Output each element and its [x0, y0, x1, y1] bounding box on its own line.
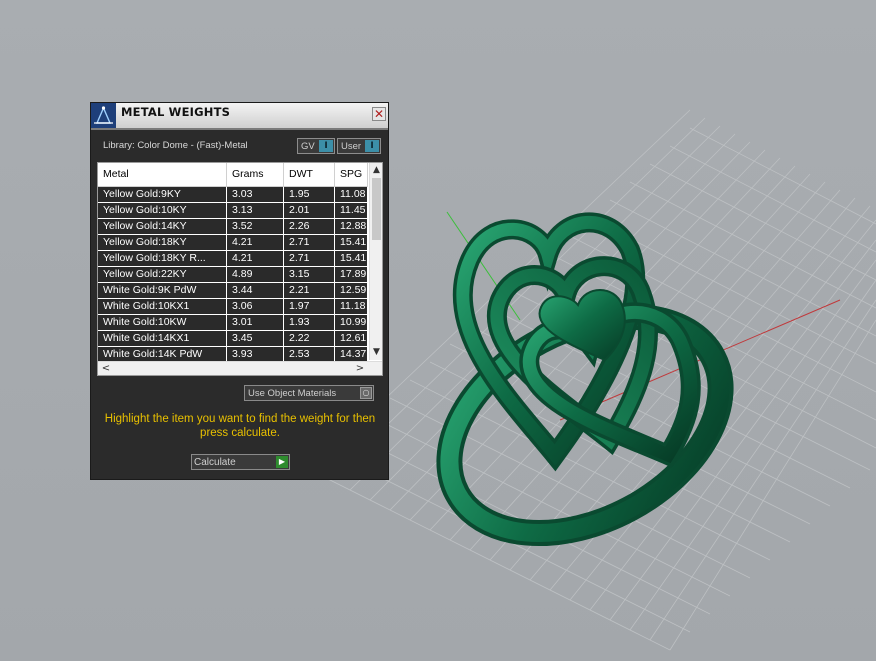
instructions-text: Highlight the item you want to find the … — [104, 413, 376, 439]
table-header: Metal Grams DWT SPG — [98, 163, 368, 187]
cell-metal: Yellow Gold:18KY R... — [98, 251, 227, 266]
cell-spg: 12.61 — [335, 331, 368, 346]
toggle-switch-icon: I — [319, 140, 333, 152]
cell-grams: 3.52 — [227, 219, 284, 234]
table-row[interactable]: White Gold:10KX1 3.06 1.97 11.18 — [98, 299, 368, 315]
gv-toggle[interactable]: GV I — [297, 138, 335, 154]
horizontal-scrollbar[interactable]: < > — [98, 361, 382, 375]
chevron-right-icon[interactable]: > — [354, 362, 366, 375]
scroll-thumb[interactable] — [372, 178, 381, 240]
cell-spg: 15.41 — [335, 251, 368, 266]
cell-spg: 15.41 — [335, 235, 368, 250]
cell-metal: White Gold:14KX1 — [98, 331, 227, 346]
scale-icon — [91, 103, 116, 128]
table-row[interactable]: Yellow Gold:14KY 3.52 2.26 12.88 — [98, 219, 368, 235]
cell-metal: Yellow Gold:22KY — [98, 267, 227, 282]
user-toggle-label: User — [341, 141, 362, 152]
cell-grams: 4.21 — [227, 251, 284, 266]
column-header-dwt[interactable]: DWT — [284, 163, 335, 186]
cell-grams: 3.93 — [227, 347, 284, 362]
table-row[interactable]: White Gold:14KX1 3.45 2.22 12.61 — [98, 331, 368, 347]
cell-metal: Yellow Gold:9KY — [98, 187, 227, 202]
chevron-down-icon[interactable]: ▼ — [370, 346, 382, 358]
calculate-label: Calculate — [194, 457, 236, 468]
cell-grams: 4.21 — [227, 235, 284, 250]
cell-dwt: 1.95 — [284, 187, 335, 202]
cell-dwt: 2.26 — [284, 219, 335, 234]
cell-dwt: 2.21 — [284, 283, 335, 298]
cell-spg: 14.37 — [335, 347, 368, 362]
cell-grams: 3.06 — [227, 299, 284, 314]
user-toggle[interactable]: User I — [337, 138, 381, 154]
cell-metal: Yellow Gold:10KY — [98, 203, 227, 218]
cell-grams: 3.03 — [227, 187, 284, 202]
cell-dwt: 2.22 — [284, 331, 335, 346]
cell-spg: 11.45 — [335, 203, 368, 218]
use-object-materials-label: Use Object Materials — [248, 388, 337, 399]
toggle-switch-icon: I — [365, 140, 379, 152]
cell-grams: 3.13 — [227, 203, 284, 218]
panel-title: METAL WEIGHTS — [121, 105, 231, 119]
chevron-up-icon[interactable]: ▲ — [370, 164, 382, 176]
cell-metal: Yellow Gold:18KY — [98, 235, 227, 250]
cell-metal: White Gold:14K PdW — [98, 347, 227, 362]
metal-table: Metal Grams DWT SPG Yellow Gold:9KY 3.03… — [97, 162, 383, 376]
table-row[interactable]: Yellow Gold:22KY 4.89 3.15 17.89 — [98, 267, 368, 283]
vertical-scrollbar[interactable]: ▲ ▼ — [369, 163, 382, 360]
close-icon[interactable]: ✕ — [372, 107, 386, 121]
cell-metal: Yellow Gold:14KY — [98, 219, 227, 234]
panel-titlebar[interactable]: METAL WEIGHTS ✕ — [91, 103, 388, 130]
checkbox-icon[interactable]: ○ — [360, 387, 372, 399]
cell-grams: 3.45 — [227, 331, 284, 346]
metal-weights-panel: METAL WEIGHTS ✕ Library: Color Dome - (F… — [90, 102, 389, 480]
cell-grams: 3.44 — [227, 283, 284, 298]
cell-grams: 4.89 — [227, 267, 284, 282]
gv-toggle-label: GV — [301, 141, 315, 152]
cell-spg: 10.99 — [335, 315, 368, 330]
cell-spg: 11.08 — [335, 187, 368, 202]
table-row[interactable]: Yellow Gold:9KY 3.03 1.95 11.08 — [98, 187, 368, 203]
cell-spg: 17.89 — [335, 267, 368, 282]
table-row[interactable]: Yellow Gold:18KY R... 4.21 2.71 15.41 — [98, 251, 368, 267]
cell-dwt: 1.93 — [284, 315, 335, 330]
use-object-materials-checkbox[interactable]: Use Object Materials ○ — [244, 385, 374, 401]
column-header-metal[interactable]: Metal — [98, 163, 227, 186]
cell-spg: 12.88 — [335, 219, 368, 234]
cell-metal: White Gold:10KX1 — [98, 299, 227, 314]
cell-grams: 3.01 — [227, 315, 284, 330]
cell-dwt: 2.53 — [284, 347, 335, 362]
cell-spg: 11.18 — [335, 299, 368, 314]
play-arrow-icon: ▶ — [276, 456, 288, 468]
column-header-spg[interactable]: SPG — [335, 163, 368, 186]
calculate-button[interactable]: Calculate ▶ — [191, 454, 290, 470]
column-header-grams[interactable]: Grams — [227, 163, 284, 186]
cell-dwt: 3.15 — [284, 267, 335, 282]
cell-dwt: 1.97 — [284, 299, 335, 314]
cell-dwt: 2.01 — [284, 203, 335, 218]
cell-metal: White Gold:10KW — [98, 315, 227, 330]
table-row[interactable]: Yellow Gold:10KY 3.13 2.01 11.45 — [98, 203, 368, 219]
cell-spg: 12.59 — [335, 283, 368, 298]
cell-dwt: 2.71 — [284, 235, 335, 250]
table-row[interactable]: Yellow Gold:18KY 4.21 2.71 15.41 — [98, 235, 368, 251]
cell-metal: White Gold:9K PdW — [98, 283, 227, 298]
table-row[interactable]: White Gold:10KW 3.01 1.93 10.99 — [98, 315, 368, 331]
library-label: Library: Color Dome - (Fast)-Metal — [103, 140, 248, 151]
cell-dwt: 2.71 — [284, 251, 335, 266]
table-row[interactable]: White Gold:9K PdW 3.44 2.21 12.59 — [98, 283, 368, 299]
chevron-left-icon[interactable]: < — [100, 362, 112, 375]
